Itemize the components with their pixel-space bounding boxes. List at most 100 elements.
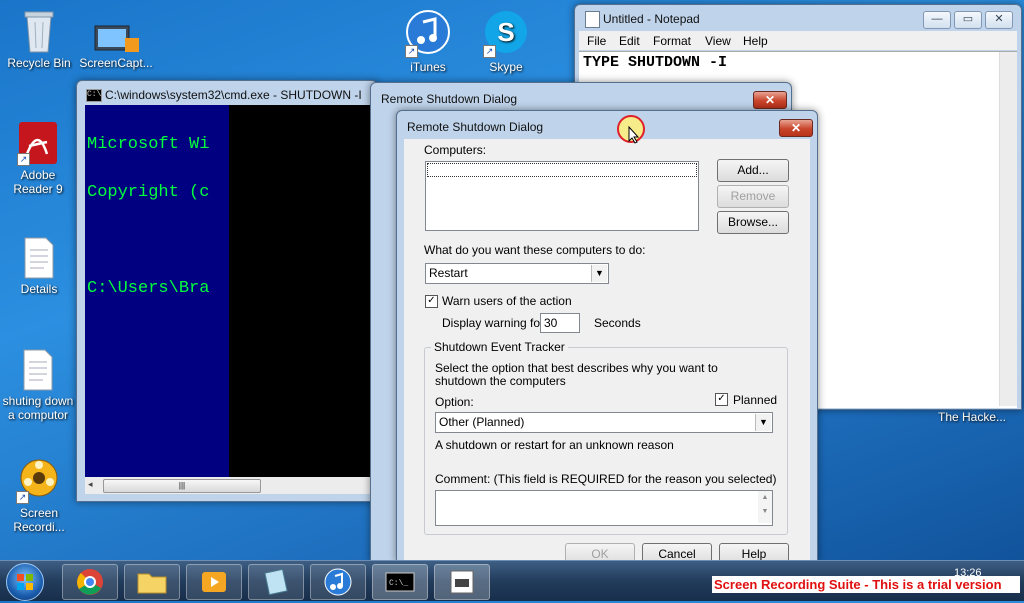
close-button[interactable]: ✕ (985, 11, 1013, 29)
itunes-icon (324, 568, 352, 596)
menu-help[interactable]: Help (743, 34, 768, 48)
display-warning-input[interactable]: 30 (540, 313, 580, 333)
maximize-button[interactable]: ▭ (954, 11, 982, 29)
shortcut-arrow-icon: ↗ (16, 491, 29, 504)
add-button[interactable]: Add... (717, 159, 789, 182)
cmd-line: Copyright (c (87, 183, 210, 202)
vertical-scrollbar[interactable] (999, 52, 1017, 406)
browse-button[interactable]: Browse... (717, 211, 789, 234)
svg-text:S: S (497, 17, 514, 47)
remote-shutdown-dialog[interactable]: Remote Shutdown Dialog ✕ Computers: Add.… (396, 110, 818, 566)
svg-text:C:\_: C:\_ (389, 579, 408, 588)
desktop-icon-screencapture[interactable]: ScreenCapt... (78, 20, 154, 70)
text-document-icon (22, 236, 56, 280)
close-button[interactable]: ✕ (779, 119, 813, 137)
desktop-icon-the-hacker[interactable]: The Hacke... (934, 410, 1010, 424)
action-select-value: Restart (429, 266, 468, 280)
cmd-title: C:\windows\system32\cmd.exe - SHUTDOWN -… (105, 88, 362, 102)
comment-scrollbar[interactable]: ▲ ▼ (758, 491, 772, 523)
shortcut-arrow-icon: ↗ (405, 45, 418, 58)
film-reel-icon: ↗ (16, 456, 62, 504)
comment-textarea[interactable]: ▲ ▼ (435, 490, 773, 526)
desktop-icon-label: iTunes (410, 60, 446, 74)
desktop-icon-adobe-reader[interactable]: ↗ Adobe Reader 9 (0, 120, 76, 196)
cmd-line: Microsoft Wi (87, 135, 210, 154)
menu-edit[interactable]: Edit (619, 34, 640, 48)
desktop-icon-recycle-bin[interactable]: Recycle Bin (1, 6, 77, 70)
planned-checkbox[interactable]: ✓ (715, 393, 728, 406)
notepad-title: Untitled - Notepad (603, 12, 700, 26)
dialog-body: Computers: Add... Remove Browse... What … (404, 139, 810, 566)
taskbar-itunes[interactable] (310, 564, 366, 600)
taskbar: C:\_ 13:26 Screen Recording Suite - This… (0, 560, 1024, 601)
menu-file[interactable]: File (587, 34, 606, 48)
cmd-console[interactable]: Microsoft Wi Copyright (c C:\Users\Bra (85, 105, 371, 477)
desktop-icon-shuting-down[interactable]: shuting down a computor (0, 348, 76, 422)
desktop-icon-label: Skype (489, 60, 523, 74)
video-camera-icon (93, 20, 139, 54)
display-warning-value: 30 (544, 316, 558, 330)
cmd-window[interactable]: C:\ C:\windows\system32\cmd.exe - SHUTDO… (76, 80, 378, 502)
menu-view[interactable]: View (705, 34, 731, 48)
scroll-left-icon[interactable]: ◂ (88, 479, 93, 490)
notepad-app-icon (585, 11, 600, 28)
desktop-icon-label: Adobe Reader 9 (13, 168, 63, 196)
planned-label: Planned (733, 393, 778, 407)
tracker-legend: Shutdown Event Tracker (431, 340, 568, 354)
desktop-icon-label: ScreenCapt... (79, 56, 153, 70)
option-select[interactable]: Other (Planned) ▼ (435, 412, 773, 433)
desktop-icon-label: Details (20, 282, 58, 296)
option-label: Option: (435, 395, 474, 409)
cmd-output: Microsoft Wi Copyright (c C:\Users\Bra (87, 105, 209, 329)
seconds-label: Seconds (594, 316, 641, 330)
desktop-icon-label: Recycle Bin (7, 56, 71, 70)
cmd-icon: C:\_ (385, 572, 415, 592)
menu-format[interactable]: Format (653, 34, 691, 48)
warn-users-checkbox[interactable]: ✓ (425, 295, 438, 308)
option-select-value: Other (Planned) (439, 415, 525, 429)
shutdown-event-tracker-group: Shutdown Event Tracker Select the option… (424, 340, 788, 535)
chevron-down-icon[interactable]: ▼ (591, 265, 607, 282)
text-document-icon (21, 348, 55, 392)
close-button[interactable]: ✕ (753, 91, 787, 109)
dialog-title: Remote Shutdown Dialog (407, 120, 544, 134)
taskbar-explorer[interactable] (124, 564, 180, 600)
notepad-content: TYPE SHUTDOWN -I (583, 54, 728, 71)
desktop-icon-itunes[interactable]: ↗ iTunes (390, 8, 466, 74)
desktop-icon-label: The Hacke... (937, 410, 1007, 424)
notepad-icon (264, 568, 288, 596)
computers-list[interactable] (425, 161, 699, 231)
computers-label: Computers: (424, 143, 487, 157)
comment-label: Comment: (This field is REQUIRED for the… (435, 472, 777, 486)
minimize-button[interactable]: — (923, 11, 951, 29)
display-warning-label: Display warning for (442, 316, 545, 330)
taskbar-media-player[interactable] (186, 564, 242, 600)
itunes-icon: ↗ (405, 8, 451, 58)
taskbar-notepad-app[interactable] (248, 564, 304, 600)
taskbar-chrome[interactable] (62, 564, 118, 600)
horizontal-scrollbar[interactable]: ◂ ||| (85, 477, 371, 494)
taskbar-cmd[interactable]: C:\_ (372, 564, 428, 600)
remove-button[interactable]: Remove (717, 185, 789, 208)
back-dialog-title: Remote Shutdown Dialog (381, 92, 518, 106)
desktop-icon-screen-recording[interactable]: ↗ Screen Recordi... (1, 456, 77, 534)
shortcut-arrow-icon: ↗ (17, 153, 30, 166)
cmd-line (87, 233, 209, 249)
desktop-icon-details[interactable]: Details (1, 236, 77, 296)
notepad-menubar: File Edit Format View Help (579, 31, 1017, 50)
list-focus-row (427, 163, 697, 177)
scrollbar-thumb[interactable]: ||| (103, 479, 261, 493)
skype-icon: S ↗ (483, 8, 529, 58)
chrome-icon (77, 569, 103, 595)
start-button[interactable] (6, 563, 44, 601)
dialog-window-icon (450, 570, 474, 594)
action-select[interactable]: Restart ▼ (425, 263, 609, 284)
cmd-app-icon: C:\ (86, 89, 102, 102)
chevron-down-icon[interactable]: ▼ (755, 414, 771, 431)
taskbar-shutdown-dialog[interactable] (434, 564, 490, 600)
tracker-description: Select the option that best describes wh… (435, 361, 718, 388)
desktop-icon-skype[interactable]: S ↗ Skype (468, 8, 544, 74)
adobe-reader-icon: ↗ (17, 120, 59, 166)
cmd-line: C:\Users\Bra (87, 279, 210, 298)
mouse-pointer-icon (628, 125, 640, 147)
